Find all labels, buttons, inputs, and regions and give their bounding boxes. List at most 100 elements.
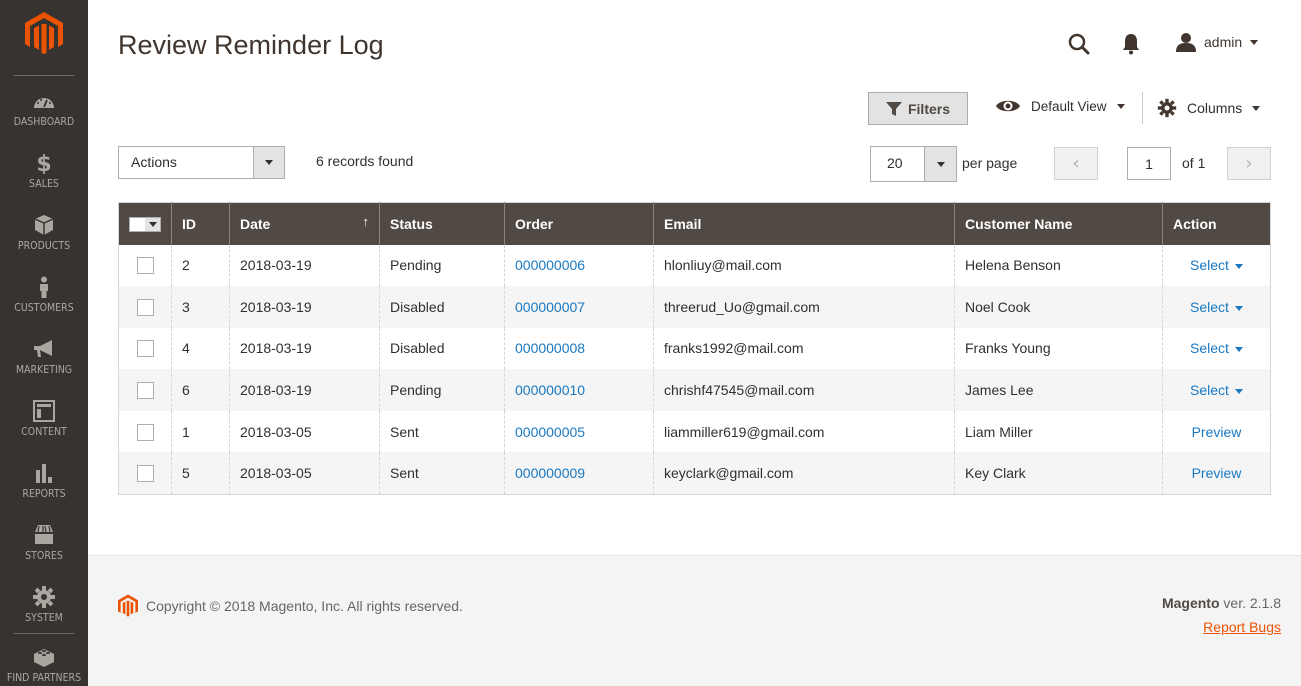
column-header-status[interactable]: Status [379,202,505,245]
megaphone-icon [0,338,88,362]
brand-name: Magento [1161,595,1220,611]
cell-order: 000000006 [504,244,654,287]
cell-action: Select [1162,244,1271,287]
dropdown-toggle[interactable] [924,147,956,181]
order-link[interactable]: 000000007 [515,299,585,315]
filter-funnel-icon [885,101,902,116]
sidebar-divider [14,75,74,76]
cell-customer-name: Liam Miller [954,410,1163,453]
sidebar-item-dashboard[interactable]: DASHBOARD [0,90,88,152]
sidebar-item-stores[interactable]: STORES [0,524,88,586]
eye-icon [996,100,1020,112]
column-header-email[interactable]: Email [653,202,955,245]
row-checkbox[interactable] [137,423,154,441]
page-number-input[interactable] [1127,147,1171,180]
row-checkbox[interactable] [137,298,154,316]
toolbar-divider [1142,92,1143,124]
view-label: Default View [1031,98,1107,114]
mass-actions-dropdown[interactable]: Actions [118,146,285,179]
cell-id: 6 [171,369,230,411]
row-action-select-dropdown[interactable]: Select [1190,257,1243,273]
sidebar-item-label: MARKETING [15,364,73,376]
column-header-date[interactable]: Date ↑ [229,202,380,245]
sidebar-divider [14,633,74,634]
row-checkbox[interactable] [137,381,154,399]
row-select-cell [119,328,172,370]
sidebar-item-customers[interactable]: CUSTOMERS [0,276,88,338]
order-link[interactable]: 000000008 [515,340,585,356]
page-title: Review Reminder Log [118,30,384,60]
cell-customer-name: James Lee [954,369,1163,411]
row-select-cell [118,369,172,411]
cell-status: Sent [379,452,505,495]
next-page-button[interactable]: › [1227,147,1271,180]
records-count: 6 records found [316,153,414,169]
sidebar-item-label: SYSTEM [25,612,63,624]
report-bugs-link[interactable]: Report Bugs [1203,619,1281,635]
row-action-select-dropdown[interactable]: Select [1190,340,1243,356]
cell-date: 2018-03-05 [229,410,380,453]
column-label: Date [240,215,271,232]
order-link[interactable]: 000000006 [515,257,585,273]
chevron-left-icon: ‹ [1072,153,1080,174]
cell-order: 000000010 [504,369,654,411]
row-checkbox[interactable] [137,464,154,482]
per-page-select[interactable]: 20 [870,146,957,182]
sidebar-item-find-partners[interactable]: FIND PARTNERS [0,646,88,686]
cell-order: 000000009 [504,452,654,495]
cell-email: threerud_Uo@gmail.com [653,286,955,328]
columns-selector[interactable]: Columns [1157,98,1261,118]
notifications-bell-icon[interactable] [1122,33,1140,59]
row-action-select-dropdown[interactable]: Select [1190,299,1243,315]
sidebar-item-products[interactable]: PRODUCTS [0,214,88,276]
cell-order: 000000005 [504,410,654,453]
row-checkbox[interactable] [137,257,154,275]
cell-date: 2018-03-05 [229,452,380,495]
cell-date: 2018-03-19 [229,327,380,370]
grid-header-row: ID Date ↑ Status Order Email Customer Nam… [118,202,1271,245]
table-row: 6 2018-03-19 Pending 000000010 chrishf47… [118,369,1271,411]
cell-email: chrishf47545@mail.com [653,369,955,411]
row-select-cell [118,452,172,495]
action-label: Select [1190,382,1229,399]
cell-order: 000000007 [504,286,654,328]
cell-customer-name: Key Clark [954,452,1163,495]
search-icon[interactable] [1067,32,1091,60]
cell-date: 2018-03-19 [229,369,380,411]
cell-id: 2 [171,244,230,287]
sidebar-item-marketing[interactable]: MARKETING [0,338,88,400]
cell-email: liammiller619@gmail.com [653,410,955,453]
order-link[interactable]: 000000010 [515,382,585,398]
sidebar-item-sales[interactable]: $ SALES [0,152,88,214]
sidebar-item-content[interactable]: CONTENT [0,400,88,462]
row-action-select-dropdown[interactable]: Select [1190,382,1243,398]
admin-sidebar: DASHBOARD $ SALES PRODUCTS CUSTOMERS MAR… [0,0,88,686]
previous-page-button[interactable]: ‹ [1054,147,1098,180]
column-header-order[interactable]: Order [504,202,654,245]
chevron-down-icon [148,222,157,228]
dropdown-toggle[interactable] [253,147,284,178]
chevron-down-icon [1250,39,1259,45]
row-action-preview-link[interactable]: Preview [1192,465,1242,481]
user-account-menu[interactable]: admin [1176,32,1259,52]
view-selector[interactable]: Default View [995,98,1125,114]
box-icon [0,214,88,238]
cell-id: 4 [171,327,230,370]
order-link[interactable]: 000000005 [515,424,585,440]
column-header-customer-name[interactable]: Customer Name [954,202,1163,245]
row-checkbox[interactable] [137,340,154,358]
sidebar-item-system[interactable]: SYSTEM [0,586,88,648]
mass-select-checkbox[interactable] [129,217,161,233]
cell-status: Sent [379,410,505,453]
filters-button[interactable]: Filters [868,92,968,125]
column-header-action: Action [1162,202,1271,245]
chevron-down-icon [1234,305,1243,311]
chevron-down-icon [1252,105,1261,111]
sidebar-item-label: FIND PARTNERS [6,672,82,684]
sidebar-item-reports[interactable]: REPORTS [0,462,88,524]
order-link[interactable]: 000000009 [515,465,585,481]
column-header-id[interactable]: ID [171,202,230,245]
magento-logo[interactable] [25,12,63,54]
svg-text:$: $ [36,152,51,174]
row-action-preview-link[interactable]: Preview [1192,424,1242,440]
